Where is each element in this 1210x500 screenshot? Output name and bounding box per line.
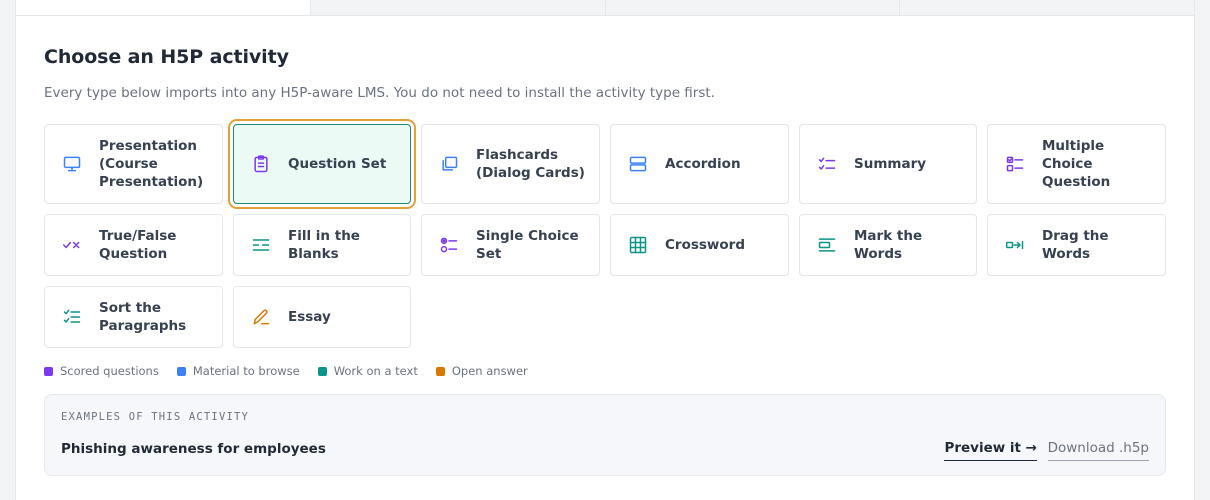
examples-heading: EXAMPLES OF THIS ACTIVITY bbox=[61, 411, 250, 423]
legend-swatch bbox=[435, 366, 445, 376]
activity-label: True/False Question bbox=[99, 228, 177, 262]
tab-2[interactable] bbox=[311, 0, 606, 15]
activity-card-accordion[interactable]: Accordion bbox=[610, 124, 789, 204]
activity-label: Crossword bbox=[665, 237, 745, 253]
preview-link[interactable]: Preview it → bbox=[944, 440, 1037, 461]
activity-label: Flashcards (Dialog Cards) bbox=[476, 147, 585, 181]
activity-card-flashcards[interactable]: Flashcards (Dialog Cards) bbox=[421, 124, 600, 204]
activity-card-summary[interactable]: Summary bbox=[799, 124, 977, 204]
example-title: Phishing awareness for employees bbox=[61, 441, 326, 457]
activity-card-drag-words[interactable]: Drag the Words bbox=[987, 214, 1166, 276]
legend-item: Open answer bbox=[435, 364, 528, 378]
legend-swatch bbox=[176, 366, 186, 376]
activity-card-presentation[interactable]: Presentation (Course Presentation) bbox=[44, 124, 223, 204]
legend-item: Material to browse bbox=[176, 364, 300, 378]
page-subtitle: Every type below imports into any H5P-aw… bbox=[44, 85, 715, 101]
activity-card-question-set[interactable]: Question Set bbox=[233, 124, 411, 204]
activity-label: Drag the Words bbox=[1042, 228, 1109, 262]
activity-card-sort-paragraphs[interactable]: Sort the Paragraphs bbox=[44, 286, 223, 348]
activity-label: Sort the Paragraphs bbox=[99, 300, 187, 334]
blanks-icon bbox=[250, 234, 272, 256]
page-title: Choose an H5P activity bbox=[44, 46, 289, 68]
legend-label: Material to browse bbox=[192, 364, 300, 378]
activity-label: Essay bbox=[288, 309, 331, 325]
check-cross-icon bbox=[61, 234, 83, 256]
activity-label: Fill in the Blanks bbox=[288, 228, 360, 262]
single-choice-icon bbox=[438, 234, 460, 256]
pencil-icon bbox=[250, 306, 272, 328]
tab-strip bbox=[15, 0, 1195, 16]
legend-label: Work on a text bbox=[333, 364, 418, 378]
activity-label: Summary bbox=[854, 156, 927, 172]
activity-card-crossword[interactable]: Crossword bbox=[610, 214, 789, 276]
legend-swatch bbox=[44, 366, 53, 376]
activity-chooser-panel: Choose an H5P activity Every type below … bbox=[15, 15, 1195, 500]
legend-label: Scored questions bbox=[60, 364, 159, 378]
monitor-icon bbox=[61, 153, 83, 175]
activity-card-fill-blanks[interactable]: Fill in the Blanks bbox=[233, 214, 411, 276]
clipboard-icon bbox=[250, 153, 272, 175]
legend-swatch bbox=[317, 366, 327, 376]
activity-label: Mark the Words bbox=[854, 228, 923, 262]
activity-label: Multiple Choice Question bbox=[1042, 138, 1111, 190]
activity-card-essay[interactable]: Essay bbox=[233, 286, 411, 348]
legend-item: Scored questions bbox=[44, 364, 159, 378]
tab-3[interactable] bbox=[606, 0, 901, 15]
activity-card-mark-words[interactable]: Mark the Words bbox=[799, 214, 977, 276]
checklist-icon bbox=[816, 153, 838, 175]
accordion-icon bbox=[627, 153, 649, 175]
activity-label: Single Choice Set bbox=[476, 228, 579, 262]
activity-card-single-choice[interactable]: Single Choice Set bbox=[421, 214, 600, 276]
activity-label: Question Set bbox=[288, 156, 387, 172]
activity-label: Presentation (Course Presentation) bbox=[99, 138, 204, 190]
tab-1[interactable] bbox=[16, 0, 311, 15]
grid-icon bbox=[627, 234, 649, 256]
activity-card-multiple-choice[interactable]: Multiple Choice Question bbox=[987, 124, 1166, 204]
legend-label: Open answer bbox=[451, 364, 528, 378]
multiple-choice-icon bbox=[1004, 153, 1026, 175]
activity-label: Accordion bbox=[665, 156, 741, 172]
cards-icon bbox=[438, 153, 460, 175]
sort-list-icon bbox=[61, 306, 83, 328]
category-legend: Scored questions Material to browse Work… bbox=[44, 364, 528, 378]
activity-card-true-false[interactable]: True/False Question bbox=[44, 214, 223, 276]
examples-box: EXAMPLES OF THIS ACTIVITY Phishing aware… bbox=[44, 394, 1166, 476]
tab-4[interactable] bbox=[900, 0, 1194, 15]
download-link[interactable]: Download .h5p bbox=[1047, 440, 1149, 461]
drag-arrow-icon bbox=[1004, 234, 1026, 256]
mark-words-icon bbox=[816, 234, 838, 256]
legend-item: Work on a text bbox=[317, 364, 418, 378]
